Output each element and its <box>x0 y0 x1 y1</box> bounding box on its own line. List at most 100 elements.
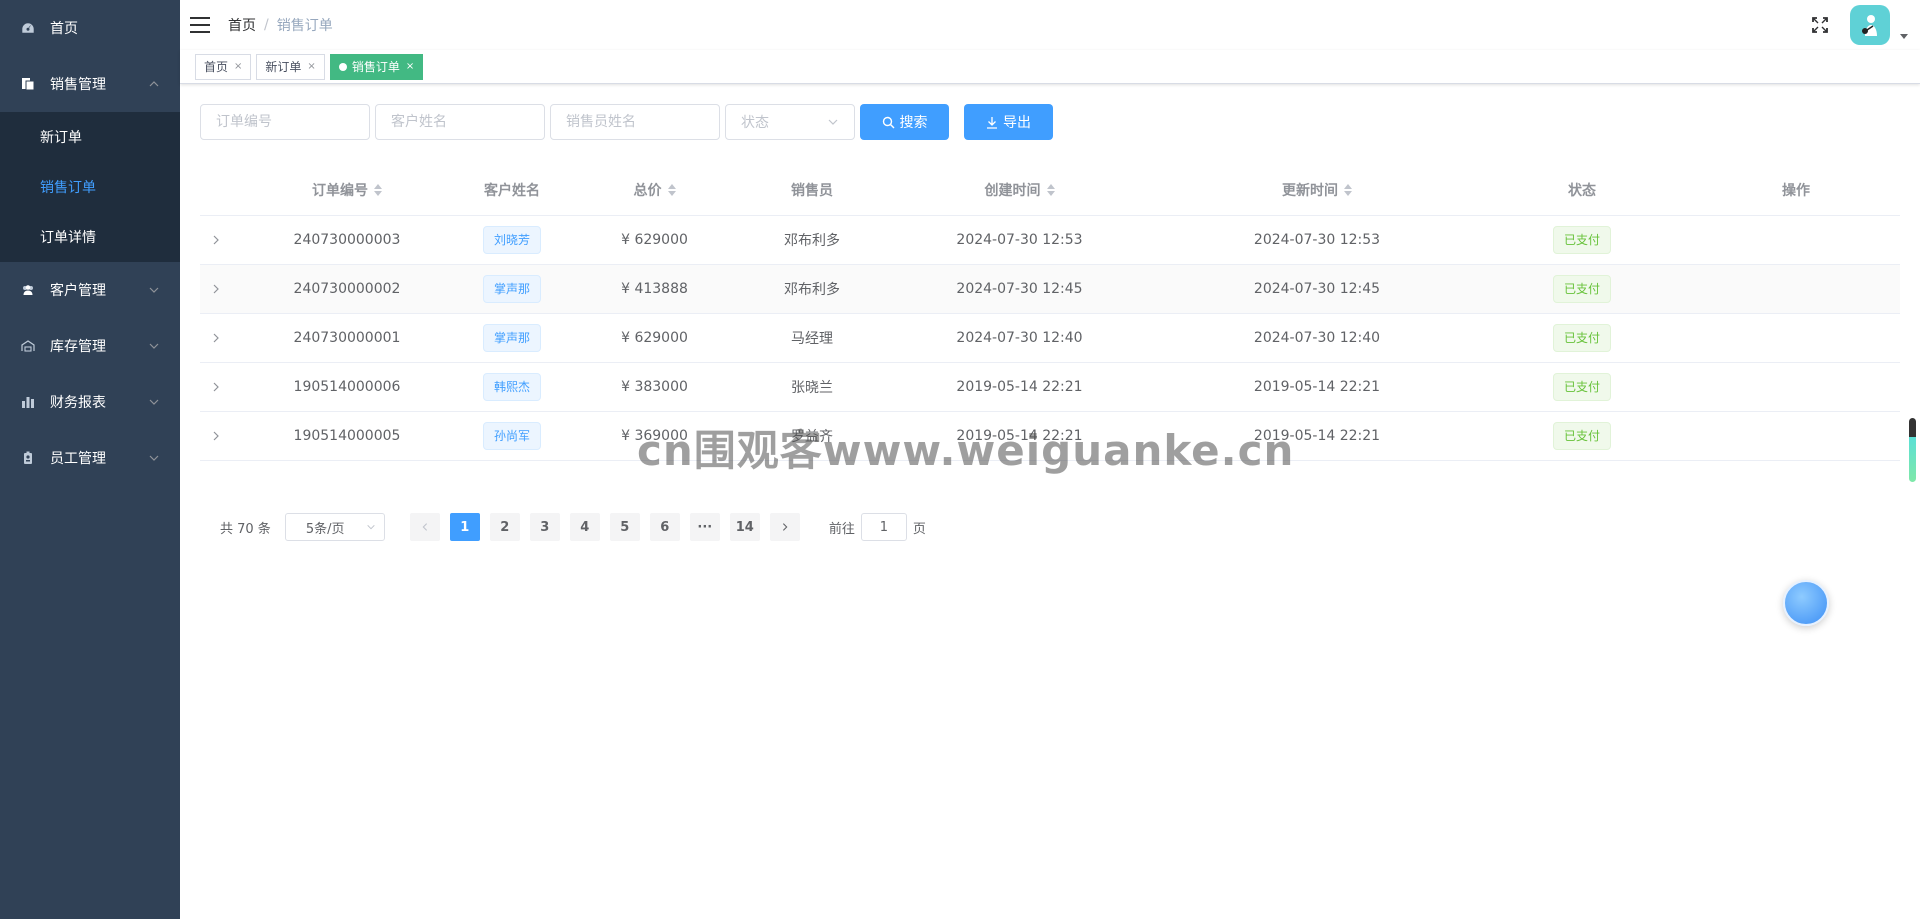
sidebar-item-customers[interactable]: 客户管理 <box>0 262 180 318</box>
table-row: 240730000003 刘晓芳 ¥ 629000 邓布利多 2024-07-3… <box>200 216 1900 265</box>
chevron-down-icon <box>149 287 159 293</box>
dashboard-icon <box>20 20 36 36</box>
tag-new-order[interactable]: 新订单 × <box>256 53 325 80</box>
order-no-input[interactable] <box>200 104 370 140</box>
chevron-down-icon <box>828 119 838 125</box>
badge-icon <box>20 450 36 466</box>
header-order-no[interactable]: 订单编号 <box>232 164 462 215</box>
export-button-label: 导出 <box>1003 114 1031 130</box>
sidebar-item-label: 库存管理 <box>50 339 106 355</box>
page-button-1[interactable]: 1 <box>449 513 480 541</box>
floating-assistant-button[interactable] <box>1783 580 1829 626</box>
bar-chart-icon <box>20 394 36 410</box>
page-size-select[interactable]: 5条/页 <box>284 513 385 541</box>
cell-created: 2024-07-30 12:45 <box>956 281 1083 297</box>
breadcrumb-home[interactable]: 首页 <box>228 15 256 35</box>
export-button[interactable]: 导出 <box>964 104 1053 140</box>
caret-down-icon[interactable] <box>1900 32 1908 40</box>
chevron-right-icon[interactable] <box>210 381 222 393</box>
close-icon[interactable]: × <box>406 55 414 79</box>
page-button-3[interactable]: 3 <box>529 513 560 541</box>
cell-updated: 2019-05-14 22:21 <box>1253 379 1381 395</box>
cell-salesperson: 马经理 <box>791 331 833 347</box>
page-button-14[interactable]: 14 <box>729 513 760 541</box>
breadcrumb-current: 销售订单 <box>276 18 333 34</box>
sort-icon[interactable] <box>667 183 676 196</box>
sidebar-item-finance[interactable]: 财务报表 <box>0 374 180 430</box>
cell-order-no: 240730000001 <box>293 330 401 346</box>
header-price[interactable]: 总价 <box>562 164 747 215</box>
close-icon[interactable]: × <box>234 55 242 79</box>
close-icon[interactable]: × <box>307 55 315 79</box>
sidebar-item-staff[interactable]: 员工管理 <box>0 430 180 486</box>
main-area: 首页 / 销售订单 首页 × 新订单 × 销售订单 × 订单编号 客户姓名 销售… <box>180 0 1920 919</box>
sort-icon[interactable] <box>1344 183 1352 196</box>
header-customer: 客户姓名 <box>462 164 562 215</box>
table-row: 190514000006 韩熙杰 ¥ 383000 张晓兰 2019-05-14… <box>200 363 1900 412</box>
sales-submenu: 新订单 销售订单 订单详情 <box>0 112 180 262</box>
users-icon <box>20 282 36 298</box>
chevron-right-icon[interactable] <box>210 234 222 246</box>
avatar[interactable] <box>1850 5 1890 45</box>
sidebar-item-order-details[interactable]: 订单详情 <box>0 212 180 262</box>
next-page-button[interactable] <box>769 513 800 541</box>
fullscreen-icon[interactable] <box>1810 15 1830 35</box>
prev-page-button[interactable] <box>409 513 440 541</box>
sidebar-item-label: 财务报表 <box>50 395 106 411</box>
hamburger-icon[interactable] <box>190 15 210 35</box>
sidebar-item-home[interactable]: 首页 <box>0 0 180 56</box>
tag-sales-orders[interactable]: 销售订单 × <box>329 53 424 80</box>
page-button-5[interactable]: 5 <box>609 513 640 541</box>
cell-salesperson: 罗益齐 <box>791 429 833 445</box>
salesperson-name-input[interactable] <box>550 104 720 140</box>
more-pages-button[interactable]: ··· <box>689 513 720 541</box>
pagination: 共 70 条 5条/页 1 2 3 4 5 6 ··· 14 前往 页 <box>200 513 1900 541</box>
cell-updated: 2024-07-30 12:53 <box>1253 232 1381 248</box>
cell-actions <box>1692 412 1900 460</box>
download-icon <box>987 116 997 129</box>
header-created[interactable]: 创建时间 <box>877 164 1162 215</box>
goto-page-input[interactable] <box>860 513 907 541</box>
status-badge: 已支付 <box>1552 422 1611 450</box>
sidebar-item-new-order[interactable]: 新订单 <box>0 112 180 162</box>
header-updated[interactable]: 更新时间 <box>1162 164 1472 215</box>
cell-price: ¥ 369000 <box>621 428 688 444</box>
sidebar-item-sales[interactable]: 销售管理 <box>0 56 180 112</box>
status-select[interactable]: 状态 <box>725 104 855 140</box>
sort-icon[interactable] <box>1046 183 1055 196</box>
sidebar-item-inventory[interactable]: 库存管理 <box>0 318 180 374</box>
sidebar-item-sales-orders[interactable]: 销售订单 <box>0 162 180 212</box>
tag-home[interactable]: 首页 × <box>195 53 252 80</box>
search-button[interactable]: 搜索 <box>860 104 949 140</box>
customer-tag: 孙尚军 <box>482 422 541 450</box>
page-jumper: 前往 页 <box>829 513 926 541</box>
sort-icon[interactable] <box>374 183 382 196</box>
status-badge: 已支付 <box>1552 275 1611 303</box>
chevron-right-icon[interactable] <box>210 430 222 442</box>
warehouse-icon <box>20 338 36 354</box>
status-select-placeholder: 状态 <box>741 115 769 131</box>
cell-actions <box>1692 216 1900 264</box>
header-label: 操作 <box>1782 182 1810 199</box>
customer-tag: 韩熙杰 <box>482 373 541 401</box>
header-label: 总价 <box>633 182 662 199</box>
chevron-down-icon <box>367 524 375 530</box>
header-label: 更新时间 <box>1282 182 1338 199</box>
chevron-left-icon <box>422 523 427 531</box>
page-button-6[interactable]: 6 <box>649 513 680 541</box>
customer-name-input[interactable] <box>375 104 545 140</box>
cell-created: 2024-07-30 12:40 <box>956 330 1083 346</box>
sidebar-item-label: 员工管理 <box>50 451 106 467</box>
goto-suffix: 页 <box>912 521 926 537</box>
page-button-2[interactable]: 2 <box>489 513 520 541</box>
customer-tag: 掌声那 <box>482 275 541 303</box>
chevron-right-icon[interactable] <box>210 283 222 295</box>
cell-order-no: 190514000005 <box>293 428 401 444</box>
header-actions: 操作 <box>1692 164 1900 215</box>
pagination-total: 共 70 条 <box>220 521 271 537</box>
table-row: 240730000002 掌声那 ¥ 413888 邓布利多 2024-07-3… <box>200 265 1900 314</box>
side-scroll-widget[interactable] <box>1909 418 1916 482</box>
cell-actions <box>1692 363 1900 411</box>
chevron-right-icon[interactable] <box>210 332 222 344</box>
page-button-4[interactable]: 4 <box>569 513 600 541</box>
